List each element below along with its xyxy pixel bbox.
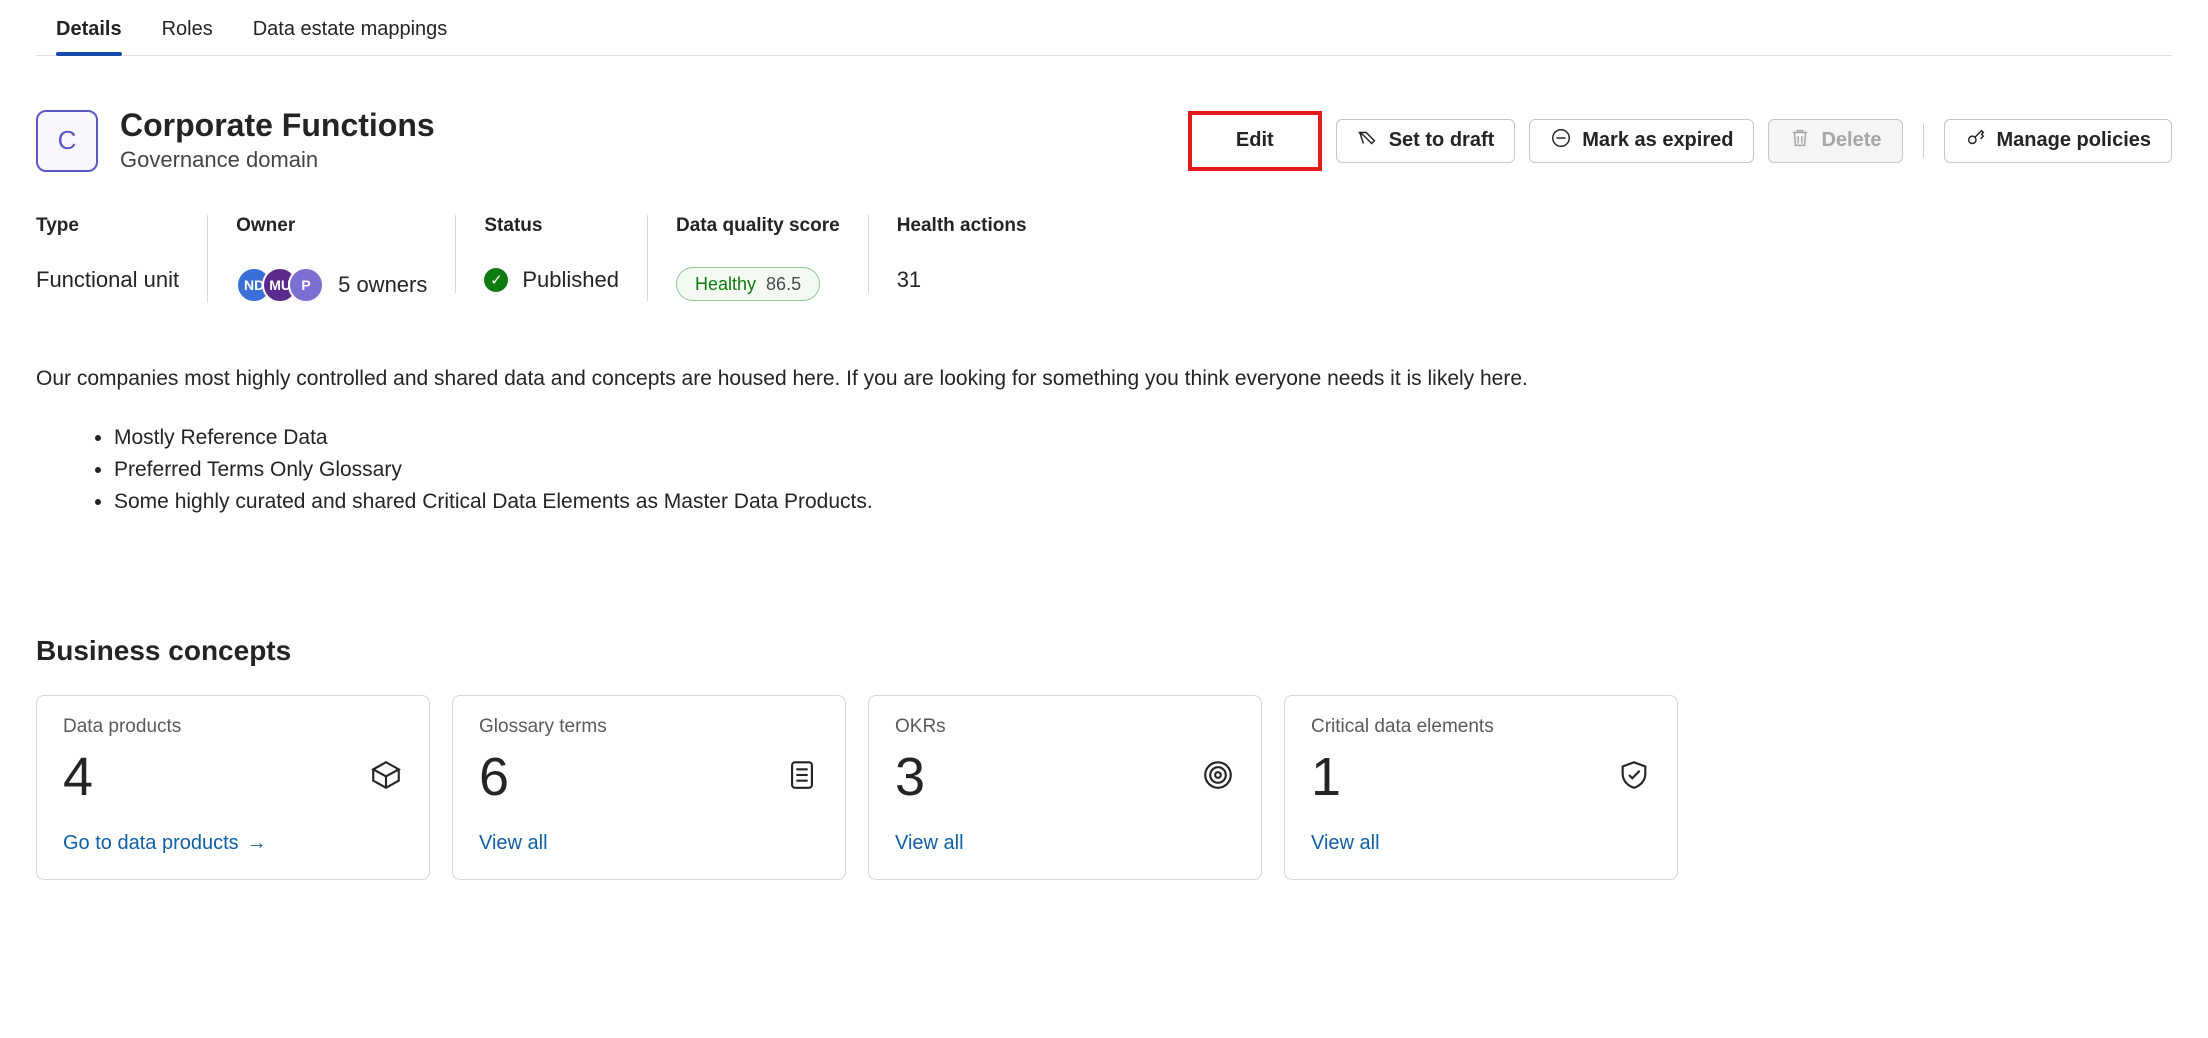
card-count: 4 — [63, 746, 93, 808]
title-group: C Corporate Functions Governance domain — [36, 108, 435, 173]
document-lines-icon — [785, 758, 819, 795]
meta-quality: Data quality score Healthy 86.5 — [647, 215, 868, 301]
card-data-products[interactable]: Data products 4 Go to data products → — [36, 695, 430, 880]
card-count: 1 — [1311, 746, 1341, 808]
meta-status: Status ✓ Published — [455, 215, 647, 293]
description-paragraph: Our companies most highly controlled and… — [36, 365, 1936, 393]
target-icon — [1201, 758, 1235, 795]
description-bullet: Some highly curated and shared Critical … — [114, 488, 1936, 516]
concept-cards: Data products 4 Go to data products → Gl… — [36, 695, 2172, 880]
circle-minus-icon — [1550, 127, 1572, 155]
quality-pill-label: Healthy — [695, 274, 756, 295]
edit-button[interactable]: Edit — [1188, 111, 1322, 171]
meta-type-value: Functional unit — [36, 267, 179, 293]
page-title: Corporate Functions — [120, 108, 435, 143]
card-link-view-all[interactable]: View all — [1311, 832, 1651, 855]
owner-avatar: P — [288, 267, 324, 303]
card-count: 6 — [479, 746, 509, 808]
meta-owner: Owner ND MU P 5 owners — [207, 215, 455, 303]
meta-health-actions-label: Health actions — [897, 215, 1027, 237]
card-label: Glossary terms — [479, 716, 819, 738]
card-link-label: View all — [1311, 832, 1380, 855]
domain-initial-badge: C — [36, 110, 98, 172]
meta-health-actions-value: 31 — [897, 267, 1027, 293]
meta-owner-label: Owner — [236, 215, 427, 237]
card-glossary-terms[interactable]: Glossary terms 6 View all — [452, 695, 846, 880]
meta-status-value: Published — [522, 267, 619, 293]
delete-button: Delete — [1768, 119, 1902, 163]
card-link-label: Go to data products — [63, 832, 239, 855]
card-okrs[interactable]: OKRs 3 View all — [868, 695, 1262, 880]
meta-quality-label: Data quality score — [676, 215, 840, 237]
card-label: Critical data elements — [1311, 716, 1651, 738]
tabs: Details Roles Data estate mappings — [36, 0, 2172, 56]
set-to-draft-button[interactable]: Set to draft — [1336, 119, 1516, 163]
card-link-view-all[interactable]: View all — [479, 832, 819, 855]
tab-details[interactable]: Details — [56, 18, 122, 55]
section-business-concepts-heading: Business concepts — [36, 635, 2172, 667]
owner-count: 5 owners — [338, 272, 427, 298]
card-critical-data-elements[interactable]: Critical data elements 1 View all — [1284, 695, 1678, 880]
pencil-draft-icon — [1357, 127, 1379, 155]
mark-as-expired-label: Mark as expired — [1582, 129, 1733, 152]
owner-avatar-stack: ND MU P — [236, 267, 324, 303]
set-to-draft-label: Set to draft — [1389, 129, 1495, 152]
description: Our companies most highly controlled and… — [36, 365, 1936, 516]
description-bullet: Mostly Reference Data — [114, 424, 1936, 452]
delete-label: Delete — [1821, 129, 1881, 152]
meta-owner-value[interactable]: ND MU P 5 owners — [236, 267, 427, 303]
edit-label: Edit — [1236, 129, 1274, 152]
description-bullet: Preferred Terms Only Glossary — [114, 456, 1936, 484]
box-icon — [369, 758, 403, 795]
quality-pill: Healthy 86.5 — [676, 267, 820, 301]
meta-type-label: Type — [36, 215, 179, 237]
shield-check-icon — [1617, 758, 1651, 795]
card-link-view-all[interactable]: View all — [895, 832, 1235, 855]
meta-status-label: Status — [484, 215, 619, 237]
meta-health-actions: Health actions 31 — [868, 215, 1055, 293]
trash-icon — [1789, 127, 1811, 155]
card-label: OKRs — [895, 716, 1235, 738]
card-label: Data products — [63, 716, 403, 738]
key-lock-icon — [1965, 127, 1987, 155]
card-link-go-to-data-products[interactable]: Go to data products → — [63, 832, 403, 855]
card-link-label: View all — [895, 832, 964, 855]
toolbar-actions: Edit Set to draft Mark as expired — [1188, 111, 2172, 171]
page-subtitle: Governance domain — [120, 147, 435, 173]
check-circle-icon: ✓ — [484, 268, 508, 292]
meta-type: Type Functional unit — [36, 215, 207, 293]
arrow-right-icon: → — [247, 832, 267, 855]
page-header: C Corporate Functions Governance domain … — [36, 108, 2172, 173]
card-link-label: View all — [479, 832, 548, 855]
manage-policies-button[interactable]: Manage policies — [1944, 119, 2173, 163]
card-count: 3 — [895, 746, 925, 808]
tab-data-estate-mappings[interactable]: Data estate mappings — [253, 18, 448, 55]
quality-pill-score: 86.5 — [766, 274, 801, 295]
manage-policies-label: Manage policies — [1997, 129, 2152, 152]
meta-row: Type Functional unit Owner ND MU P 5 own… — [36, 215, 2172, 303]
tab-roles[interactable]: Roles — [162, 18, 213, 55]
mark-as-expired-button[interactable]: Mark as expired — [1529, 119, 1754, 163]
action-divider — [1923, 124, 1924, 158]
